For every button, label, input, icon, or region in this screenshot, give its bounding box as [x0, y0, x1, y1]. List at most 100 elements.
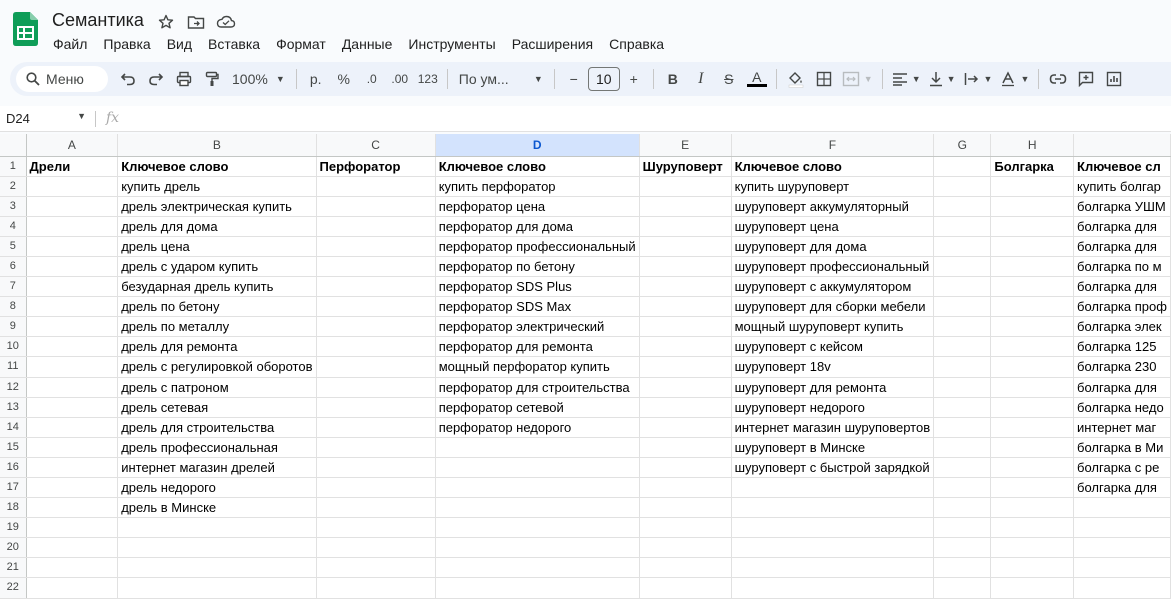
cell[interactable]: [933, 316, 992, 338]
document-title[interactable]: Семантика: [52, 10, 144, 31]
cell[interactable]: [316, 316, 436, 338]
cell[interactable]: Ключевое слово: [731, 156, 935, 177]
cell[interactable]: [933, 397, 992, 418]
cell[interactable]: дрель профессиональная: [117, 437, 317, 458]
cell[interactable]: Ключевое сл: [1073, 156, 1171, 177]
cell[interactable]: [1073, 517, 1171, 539]
cell[interactable]: шуруповерт для дома: [731, 236, 935, 257]
row-header[interactable]: 1: [0, 156, 27, 177]
text-wrap-icon[interactable]: ▼: [960, 66, 997, 92]
cell[interactable]: [990, 336, 1075, 358]
column-header-d[interactable]: D: [435, 134, 640, 157]
cell[interactable]: [316, 417, 436, 438]
cell[interactable]: дрель сетевая: [117, 397, 317, 418]
menu-search[interactable]: Меню: [16, 66, 108, 92]
cell[interactable]: [316, 356, 436, 378]
column-header-a[interactable]: A: [26, 134, 119, 157]
cell[interactable]: [435, 457, 640, 479]
cell[interactable]: [639, 216, 732, 237]
cell[interactable]: [117, 537, 317, 559]
cell[interactable]: [990, 356, 1075, 378]
cell[interactable]: [26, 256, 119, 278]
cell[interactable]: [26, 457, 119, 479]
cell[interactable]: [1073, 497, 1171, 519]
cell[interactable]: [26, 276, 119, 298]
cell[interactable]: [639, 477, 732, 499]
cell[interactable]: [117, 517, 317, 539]
increase-decimal-button[interactable]: .00: [386, 66, 414, 92]
row-header[interactable]: 13: [0, 397, 27, 418]
cell[interactable]: перфоратор SDS Max: [435, 296, 640, 318]
row-header[interactable]: 2: [0, 176, 27, 197]
cell[interactable]: шуруповерт цена: [731, 216, 935, 237]
cell[interactable]: купить шуруповерт: [731, 176, 935, 197]
strikethrough-button[interactable]: S: [715, 66, 743, 92]
column-header-b[interactable]: B: [117, 134, 317, 157]
currency-format-button[interactable]: р.: [302, 66, 330, 92]
cell[interactable]: [933, 356, 992, 378]
cell[interactable]: Перфоратор: [316, 156, 436, 177]
row-header[interactable]: 21: [0, 557, 27, 579]
sheet-grid[interactable]: ABCDEFGH 1 Дрели Ключевое слово Перфоратор К…: [0, 134, 1171, 599]
cell[interactable]: [26, 236, 119, 257]
cell[interactable]: шуруповерт 18v: [731, 356, 935, 378]
cell[interactable]: [26, 497, 119, 519]
cell[interactable]: мощный перфоратор купить: [435, 356, 640, 378]
cell[interactable]: [933, 437, 992, 458]
cell[interactable]: [1073, 577, 1171, 599]
insert-link-icon[interactable]: [1044, 66, 1072, 92]
cell[interactable]: дрель для строительства: [117, 417, 317, 438]
column-header-h[interactable]: H: [990, 134, 1075, 157]
name-box[interactable]: D24 ▼: [6, 111, 86, 126]
cell[interactable]: [990, 397, 1075, 418]
cell[interactable]: шуруповерт для сборки мебели: [731, 296, 935, 318]
cell[interactable]: [26, 537, 119, 559]
cell[interactable]: шуруповерт профессиональный: [731, 256, 935, 278]
cell[interactable]: [26, 477, 119, 499]
cell[interactable]: болгарка УШМ: [1073, 196, 1171, 217]
cell[interactable]: перфоратор сетевой: [435, 397, 640, 418]
font-size-decrease-button[interactable]: −: [560, 66, 588, 92]
cell[interactable]: безударная дрель купить: [117, 276, 317, 298]
menu-file[interactable]: Файл: [45, 34, 95, 54]
cell[interactable]: [731, 577, 935, 599]
cell[interactable]: болгарка по м: [1073, 256, 1171, 278]
cell[interactable]: болгарка 230: [1073, 356, 1171, 378]
cell[interactable]: болгарка для: [1073, 477, 1171, 499]
column-header-i[interactable]: [1073, 134, 1171, 157]
cell[interactable]: [639, 296, 732, 318]
cell[interactable]: [933, 377, 992, 398]
row-header[interactable]: 22: [0, 577, 27, 599]
cloud-status-icon[interactable]: [216, 12, 236, 32]
cell[interactable]: дрель цена: [117, 236, 317, 257]
cell[interactable]: [990, 417, 1075, 438]
cell[interactable]: [990, 557, 1075, 579]
cell[interactable]: [435, 537, 640, 559]
cell[interactable]: [933, 256, 992, 278]
cell[interactable]: [26, 377, 119, 398]
cell[interactable]: [639, 377, 732, 398]
cell[interactable]: Дрели: [26, 156, 119, 177]
cell[interactable]: шуруповерт в Минске: [731, 437, 935, 458]
cell[interactable]: [639, 497, 732, 519]
row-header[interactable]: 12: [0, 377, 27, 398]
row-header[interactable]: 10: [0, 336, 27, 358]
cell[interactable]: перфоратор недорого: [435, 417, 640, 438]
cell[interactable]: [639, 537, 732, 559]
cell[interactable]: перфоратор цена: [435, 196, 640, 217]
cell[interactable]: [990, 437, 1075, 458]
cell[interactable]: дрель с ударом купить: [117, 256, 317, 278]
cell[interactable]: [316, 276, 436, 298]
cell[interactable]: болгарка недо: [1073, 397, 1171, 418]
cell[interactable]: перфоратор для дома: [435, 216, 640, 237]
cell[interactable]: шуруповерт с быстрой зарядкой: [731, 457, 935, 479]
row-header[interactable]: 16: [0, 457, 27, 479]
italic-button[interactable]: I: [687, 66, 715, 92]
fill-color-icon[interactable]: [782, 66, 810, 92]
cell[interactable]: [933, 577, 992, 599]
cell[interactable]: купить дрель: [117, 176, 317, 197]
cell[interactable]: дрель недорого: [117, 477, 317, 499]
cell[interactable]: [26, 437, 119, 458]
cell[interactable]: [933, 296, 992, 318]
cell[interactable]: шуруповерт для ремонта: [731, 377, 935, 398]
